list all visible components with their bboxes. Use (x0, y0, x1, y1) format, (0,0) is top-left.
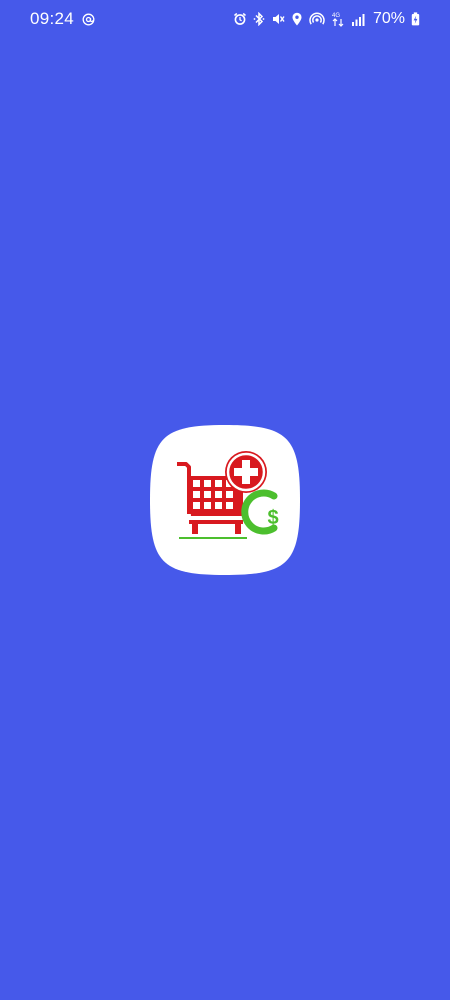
at-sign-notification-icon (82, 13, 95, 26)
plus-badge-icon (225, 451, 267, 493)
hotspot-icon (309, 12, 325, 26)
app-icon: $ (149, 424, 301, 576)
status-bar-right: 4G 70% (233, 10, 420, 28)
bluetooth-icon (253, 12, 265, 26)
svg-text:4G: 4G (332, 13, 340, 19)
svg-text:$: $ (267, 507, 278, 529)
status-bar-left: 09:24 (30, 9, 95, 29)
signal-icon (351, 13, 365, 26)
location-icon (291, 12, 303, 26)
mobile-data-icon: 4G (331, 11, 345, 27)
status-bar: 09:24 4G 70% (0, 0, 450, 40)
status-time: 09:24 (30, 9, 75, 28)
alarm-icon (233, 12, 247, 26)
vibrate-mute-icon (271, 12, 285, 26)
splash-screen: 09:24 4G 70% $ (0, 0, 450, 1000)
battery-percent: 70% (372, 10, 405, 27)
battery-charging-icon (411, 12, 420, 26)
